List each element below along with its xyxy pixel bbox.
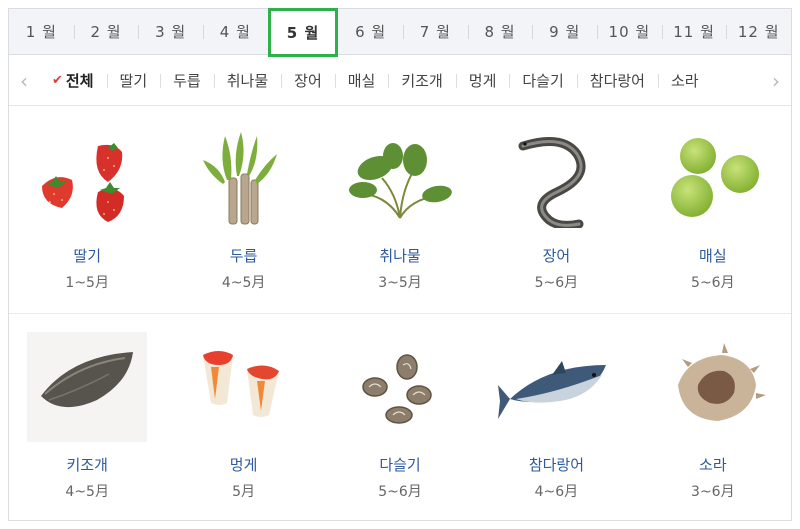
category-green-plum[interactable]: 매실 (334, 56, 389, 106)
item-season: 4~5月 (221, 275, 266, 291)
check-icon: ✔ (52, 73, 63, 88)
item-season: 5~6月 (378, 484, 422, 500)
tab-month-10[interactable]: 10 월 (597, 9, 662, 54)
category-list: ✔ 전체 딸기 두릅 취나물 장어 매실 키조개 멍게 다슬기 참다랑어 소라 (39, 56, 761, 106)
tab-month-7[interactable]: 7 월 (403, 9, 468, 54)
turban-shell-icon (653, 332, 773, 442)
item-season: 5~6月 (534, 275, 579, 291)
item-name: 매실 (699, 247, 727, 265)
tab-month-8[interactable]: 8 월 (467, 9, 533, 54)
category-turban-shell[interactable]: 소라 (657, 56, 712, 106)
item-card-aster-greens[interactable]: 취나물 3~5月 (322, 107, 478, 313)
category-bluefin-tuna[interactable]: 참다랑어 (576, 56, 658, 106)
item-card-pen-shell[interactable]: 키조개 4~5月 (9, 314, 165, 519)
item-season: 4~5月 (65, 484, 109, 500)
month-tabs: 1 월 2 월 3 월 4 월 5 월 6 월 7 월 8 월 9 월 10 월… (9, 8, 791, 57)
item-name: 두릅 (229, 247, 258, 265)
bluefin-tuna-icon (496, 332, 616, 442)
item-row: 키조개 4~5月 멍게 5月 다슬기 5~6月 참다랑어 4~6月 소라 3~6… (9, 313, 791, 519)
chevron-right-icon[interactable]: › (761, 56, 791, 106)
tab-month-6[interactable]: 6 월 (338, 9, 403, 54)
category-pen-shell[interactable]: 키조개 (388, 56, 455, 106)
item-season: 3~5月 (378, 275, 422, 291)
item-card-strawberry[interactable]: 딸기 1~5月 (9, 107, 165, 313)
item-season: 5月 (232, 484, 256, 500)
green-plum-icon (653, 123, 773, 233)
item-season: 4~6月 (534, 484, 579, 500)
item-name: 참다랑어 (528, 456, 585, 474)
marsh-snail-icon (340, 332, 460, 442)
tab-month-3[interactable]: 3 월 (138, 9, 203, 54)
category-label: 전체 (65, 72, 94, 90)
category-filter: ‹ ✔ 전체 딸기 두릅 취나물 장어 매실 키조개 멍게 다슬기 참다랑어 소라… (9, 56, 791, 106)
item-name: 다슬기 (379, 456, 421, 474)
item-name: 키조개 (66, 456, 108, 474)
eel-icon (496, 123, 616, 233)
item-name: 멍게 (229, 456, 258, 474)
seasonal-food-panel: 1 월 2 월 3 월 4 월 5 월 6 월 7 월 8 월 9 월 10 월… (8, 8, 792, 521)
category-eel[interactable]: 장어 (281, 56, 335, 106)
category-sea-squirt[interactable]: 멍게 (455, 56, 510, 106)
item-card-green-plum[interactable]: 매실 5~6月 (635, 107, 791, 313)
item-season: 1~5月 (65, 275, 109, 291)
category-aster-greens[interactable]: 취나물 (213, 56, 281, 106)
item-card-turban-shell[interactable]: 소라 3~6月 (635, 314, 791, 519)
item-row: 딸기 1~5月 두릅 4~5月 취나물 3~5月 장어 5~6月 매실 5~6月 (9, 107, 791, 313)
category-fatsia-shoot[interactable]: 두릅 (160, 56, 214, 106)
fatsia-shoot-icon (184, 123, 304, 233)
chevron-left-icon[interactable]: ‹ (9, 56, 39, 106)
item-card-eel[interactable]: 장어 5~6月 (478, 107, 634, 313)
item-season: 3~6月 (691, 484, 735, 500)
sea-squirt-icon (184, 332, 304, 442)
category-strawberry[interactable]: 딸기 (106, 56, 161, 106)
item-card-fatsia-shoot[interactable]: 두릅 4~5月 (165, 107, 321, 313)
tab-month-5[interactable]: 5 월 (267, 8, 339, 57)
aster-greens-icon (340, 123, 460, 233)
tab-month-12[interactable]: 12 월 (726, 9, 791, 54)
tab-month-1[interactable]: 1 월 (9, 9, 74, 54)
item-card-marsh-snail[interactable]: 다슬기 5~6月 (322, 314, 478, 519)
seasonal-item-grid: 딸기 1~5月 두릅 4~5月 취나물 3~5月 장어 5~6月 매실 5~6月… (9, 107, 791, 519)
item-card-sea-squirt[interactable]: 멍게 5月 (165, 314, 321, 519)
tab-month-9[interactable]: 9 월 (532, 9, 597, 54)
item-season: 5~6月 (691, 275, 735, 291)
strawberry-icon (27, 123, 147, 233)
tab-month-11[interactable]: 11 월 (661, 9, 727, 54)
item-name: 취나물 (379, 247, 421, 265)
item-card-bluefin-tuna[interactable]: 참다랑어 4~6月 (478, 314, 634, 519)
item-name: 딸기 (73, 247, 101, 265)
tab-month-4[interactable]: 4 월 (203, 9, 268, 54)
pen-shell-icon (27, 332, 148, 442)
category-all[interactable]: ✔ 전체 (39, 56, 107, 106)
item-name: 소라 (699, 456, 727, 474)
category-marsh-snail[interactable]: 다슬기 (509, 56, 576, 106)
item-name: 장어 (542, 247, 571, 265)
tab-month-2[interactable]: 2 월 (73, 9, 139, 54)
